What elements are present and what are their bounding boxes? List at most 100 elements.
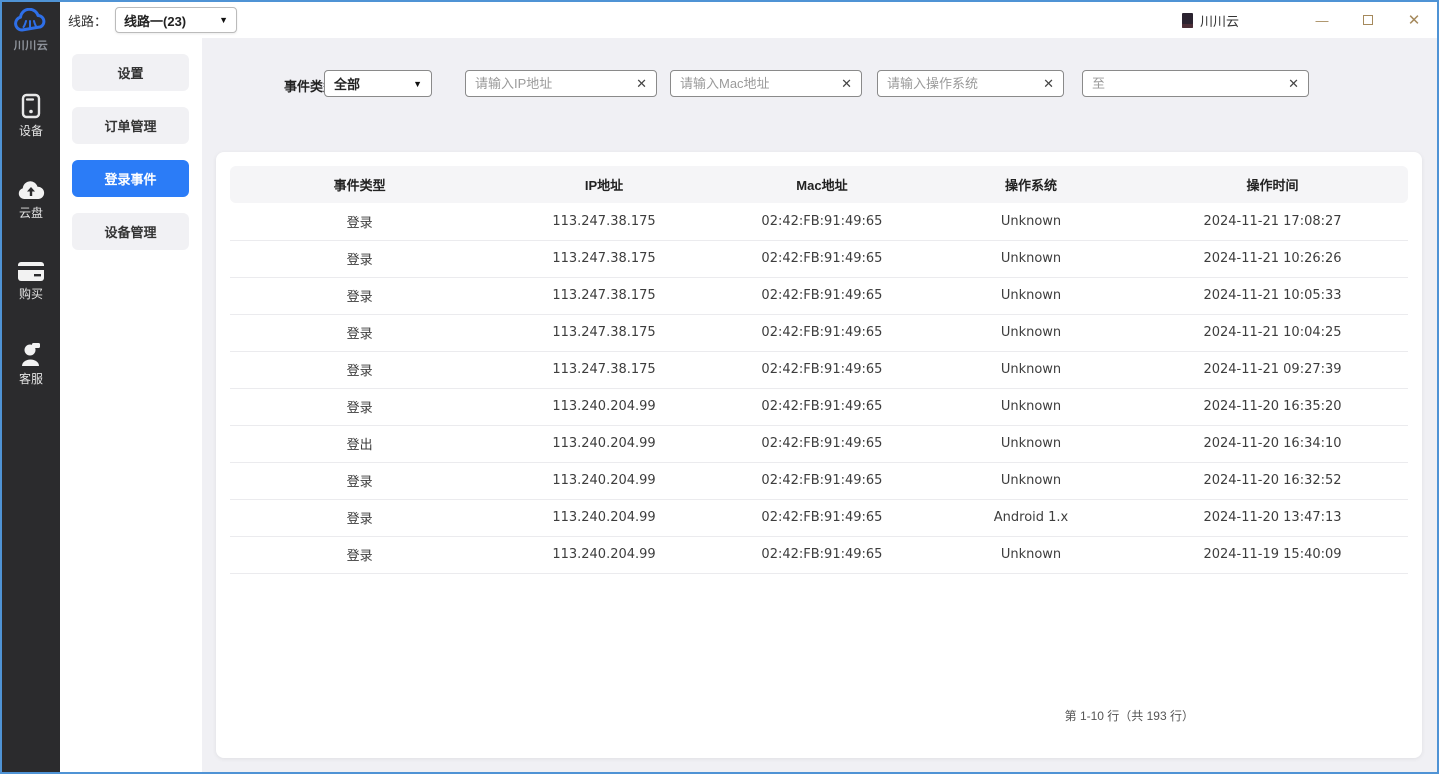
app-sidebar: 川川云 设备 云盘 <box>2 2 60 772</box>
nav-item-settings[interactable]: 设置 <box>72 54 189 91</box>
sidebar-item-label: 云盘 <box>19 204 43 221</box>
table-header-row: 事件类型IP地址Mac地址操作系统操作时间 <box>230 166 1408 203</box>
title-bar: 线路： 线路一(23) ▼ 川川云 — ✕ <box>60 2 1437 38</box>
events-table: 事件类型IP地址Mac地址操作系统操作时间 登录113.247.38.17502… <box>230 166 1408 574</box>
table-cell: 02:42:FB:91:49:65 <box>719 536 925 573</box>
purchase-icon <box>17 261 45 282</box>
nav-item-login-events[interactable]: 登录事件 <box>72 160 189 197</box>
sidebar-item-device[interactable]: 设备 <box>19 93 43 139</box>
table-cell: 113.240.204.99 <box>489 499 719 536</box>
table-cell: Unknown <box>925 425 1137 462</box>
column-header: 操作系统 <box>925 166 1137 203</box>
cloud-logo-icon <box>13 8 49 36</box>
table-cell: 113.240.204.99 <box>489 425 719 462</box>
table-cell: 2024-11-21 10:26:26 <box>1137 240 1408 277</box>
close-button[interactable]: ✕ <box>1391 2 1437 38</box>
table-cell: 113.247.38.175 <box>489 351 719 388</box>
os-input[interactable] <box>887 76 1037 91</box>
table-cell: Unknown <box>925 277 1137 314</box>
table-cell: Unknown <box>925 240 1137 277</box>
table-cell: 登录 <box>230 240 489 277</box>
filter-bar: 事件类型 全部 ▼ ✕ ✕ ✕ ✕ <box>202 38 1437 148</box>
table-cell: 2024-11-21 17:08:27 <box>1137 203 1408 240</box>
line-label: 线路： <box>68 11 107 30</box>
chevron-down-icon: ▼ <box>413 79 422 89</box>
event-type-value: 全部 <box>334 74 413 93</box>
logo-text: 川川云 <box>14 37 49 53</box>
table-row: 登录113.247.38.17502:42:FB:91:49:65Unknown… <box>230 203 1408 240</box>
events-card: 事件类型IP地址Mac地址操作系统操作时间 登录113.247.38.17502… <box>216 152 1422 758</box>
nav-item-orders[interactable]: 订单管理 <box>72 107 189 144</box>
app-window-icon <box>1182 13 1193 28</box>
column-header: Mac地址 <box>719 166 925 203</box>
date-to-filter-field: ✕ <box>1082 70 1309 97</box>
table-cell: 113.240.204.99 <box>489 536 719 573</box>
table-cell: 2024-11-21 09:27:39 <box>1137 351 1408 388</box>
line-select[interactable]: 线路一(23) ▼ <box>115 7 237 33</box>
titlebar-right: 川川云 — ✕ <box>1182 2 1437 38</box>
device-icon <box>19 93 43 119</box>
table-cell: Unknown <box>925 203 1137 240</box>
table-row: 登录113.247.38.17502:42:FB:91:49:65Unknown… <box>230 351 1408 388</box>
window-title: 川川云 <box>1200 11 1239 30</box>
mac-input[interactable] <box>680 76 835 91</box>
table-cell: 2024-11-20 16:32:52 <box>1137 462 1408 499</box>
event-type-select[interactable]: 全部 ▼ <box>324 70 432 97</box>
clear-icon[interactable]: ✕ <box>835 76 852 92</box>
table-cell: 02:42:FB:91:49:65 <box>719 499 925 536</box>
date-to-input[interactable] <box>1092 76 1282 91</box>
maximize-icon <box>1363 15 1373 25</box>
table-cell: 113.247.38.175 <box>489 314 719 351</box>
table-cell: 登出 <box>230 425 489 462</box>
table-cell: 2024-11-19 15:40:09 <box>1137 536 1408 573</box>
table-cell: 02:42:FB:91:49:65 <box>719 351 925 388</box>
table-cell: 113.247.38.175 <box>489 277 719 314</box>
table-cell: Android 1.x <box>925 499 1137 536</box>
clear-icon[interactable]: ✕ <box>1282 76 1299 92</box>
maximize-button[interactable] <box>1345 2 1391 38</box>
clear-icon[interactable]: ✕ <box>630 76 647 92</box>
ip-filter-field: ✕ <box>465 70 657 97</box>
table-cell: 02:42:FB:91:49:65 <box>719 462 925 499</box>
column-header: 操作时间 <box>1137 166 1408 203</box>
nav-item-device-management[interactable]: 设备管理 <box>72 213 189 250</box>
ip-input[interactable] <box>475 76 630 91</box>
table-cell: 02:42:FB:91:49:65 <box>719 425 925 462</box>
table-cell: 2024-11-21 10:05:33 <box>1137 277 1408 314</box>
minimize-button[interactable]: — <box>1299 2 1345 38</box>
table-cell: 登录 <box>230 203 489 240</box>
table-cell: 登录 <box>230 536 489 573</box>
column-header: IP地址 <box>489 166 719 203</box>
table-cell: 113.240.204.99 <box>489 462 719 499</box>
sidebar-item-purchase[interactable]: 购买 <box>17 261 45 302</box>
table-cell: 登录 <box>230 314 489 351</box>
table-cell: Unknown <box>925 388 1137 425</box>
table-cell: 2024-11-21 10:04:25 <box>1137 314 1408 351</box>
sidebar-item-cloud-disk[interactable]: 云盘 <box>17 179 45 221</box>
table-cell: 113.247.38.175 <box>489 203 719 240</box>
table-cell: 登录 <box>230 351 489 388</box>
table-cell: 登录 <box>230 277 489 314</box>
sidebar-item-label: 设备 <box>19 122 43 139</box>
table-row: 登录113.240.204.9902:42:FB:91:49:65Unknown… <box>230 536 1408 573</box>
clear-icon[interactable]: ✕ <box>1037 76 1054 92</box>
os-filter-field: ✕ <box>877 70 1064 97</box>
mac-filter-field: ✕ <box>670 70 862 97</box>
table-cell: 2024-11-20 16:34:10 <box>1137 425 1408 462</box>
support-icon <box>19 342 43 367</box>
table-row: 登录113.247.38.17502:42:FB:91:49:65Unknown… <box>230 277 1408 314</box>
table-cell: 02:42:FB:91:49:65 <box>719 277 925 314</box>
nav-sidebar: 设置 订单管理 登录事件 设备管理 <box>60 38 202 772</box>
sidebar-item-label: 客服 <box>19 370 43 387</box>
sidebar-item-support[interactable]: 客服 <box>19 342 43 387</box>
cloud-disk-icon <box>17 179 45 201</box>
column-header: 事件类型 <box>230 166 489 203</box>
pagination-status: 第 1-10 行（共 193 行） <box>216 707 1422 724</box>
table-cell: 登录 <box>230 462 489 499</box>
table-cell: 2024-11-20 13:47:13 <box>1137 499 1408 536</box>
table-cell: 登录 <box>230 388 489 425</box>
table-row: 登录113.240.204.9902:42:FB:91:49:65Android… <box>230 499 1408 536</box>
sidebar-item-label: 购买 <box>19 285 43 302</box>
table-cell: 02:42:FB:91:49:65 <box>719 388 925 425</box>
table-cell: 02:42:FB:91:49:65 <box>719 203 925 240</box>
